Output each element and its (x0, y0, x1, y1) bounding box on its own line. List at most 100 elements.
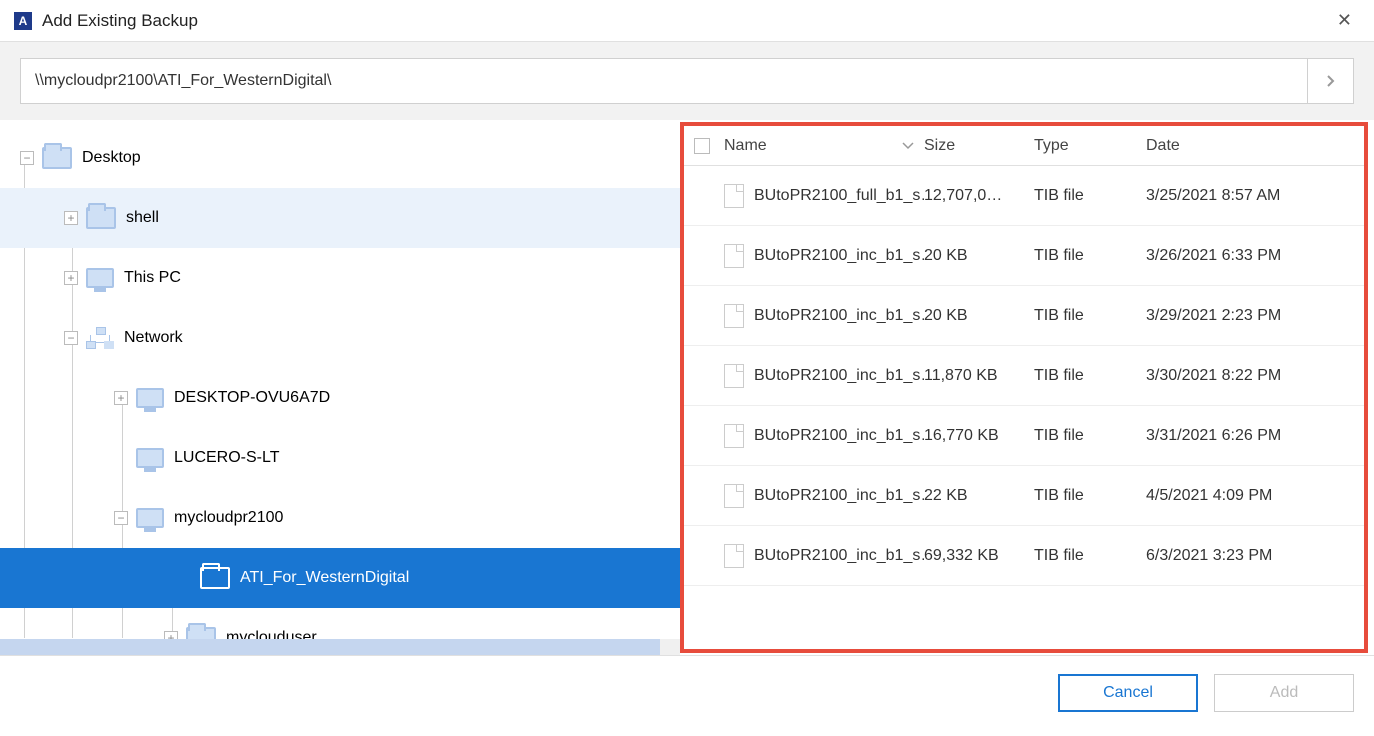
tree-pane: − Desktop + shell + This PC − Network + (0, 120, 680, 655)
monitor-icon (136, 448, 164, 468)
tree-label: DESKTOP-OVU6A7D (174, 389, 330, 407)
file-list-pane: Name Size Type Date BUtoPR2100_full_b1_s… (680, 122, 1368, 653)
file-icon (724, 244, 744, 268)
column-size[interactable]: Size (924, 137, 1034, 155)
tree-item-desktop[interactable]: − Desktop (0, 128, 680, 188)
expander-mycloud[interactable]: − (114, 511, 128, 525)
file-type: TIB file (1034, 367, 1146, 385)
file-size: 12,707,0… (924, 187, 1034, 205)
file-icon (724, 424, 744, 448)
titlebar: A Add Existing Backup ✕ (0, 0, 1374, 42)
file-date: 3/26/2021 6:33 PM (1146, 247, 1364, 265)
monitor-icon (136, 508, 164, 528)
tree-item-shell[interactable]: + shell (0, 188, 680, 248)
add-button: Add (1214, 674, 1354, 712)
file-size: 69,332 KB (924, 547, 1034, 565)
pathbar (20, 58, 1354, 104)
path-go-button[interactable] (1307, 59, 1353, 103)
tree-label: shell (126, 209, 159, 227)
file-name: BUtoPR2100_inc_b1_s… (754, 427, 924, 445)
file-icon (724, 304, 744, 328)
tree-label: Network (124, 329, 183, 347)
tree-label: mycloudpr2100 (174, 509, 283, 527)
file-size: 22 KB (924, 487, 1034, 505)
file-row[interactable]: BUtoPR2100_inc_b1_s…69,332 KBTIB file6/3… (684, 526, 1364, 586)
column-type[interactable]: Type (1034, 137, 1146, 155)
tree-label: ATI_For_WesternDigital (240, 569, 409, 587)
monitor-icon (86, 268, 114, 288)
file-name: BUtoPR2100_full_b1_s… (754, 187, 924, 205)
file-name: BUtoPR2100_inc_b1_s… (754, 547, 924, 565)
file-date: 6/3/2021 3:23 PM (1146, 547, 1364, 565)
column-name[interactable]: Name (724, 137, 924, 155)
file-name-cell: BUtoPR2100_full_b1_s… (724, 184, 924, 208)
expander-network[interactable]: − (64, 331, 78, 345)
tree-item-lucero[interactable]: LUCERO-S-LT (0, 428, 680, 488)
file-size: 11,870 KB (924, 367, 1034, 385)
file-row[interactable]: BUtoPR2100_inc_b1_s…20 KBTIB file3/26/20… (684, 226, 1364, 286)
expander[interactable]: + (114, 391, 128, 405)
tree-item-network[interactable]: − Network (0, 308, 680, 368)
main-split: − Desktop + shell + This PC − Network + (0, 120, 1374, 656)
cancel-button[interactable]: Cancel (1058, 674, 1198, 712)
network-icon (86, 327, 114, 349)
file-date: 3/31/2021 6:26 PM (1146, 427, 1364, 445)
column-date[interactable]: Date (1146, 137, 1364, 155)
folder-icon (200, 567, 230, 589)
expander-shell[interactable]: + (64, 211, 78, 225)
tree-label: Desktop (82, 149, 141, 167)
checkbox-icon[interactable] (694, 138, 710, 154)
column-name-label: Name (724, 137, 767, 155)
file-name: BUtoPR2100_inc_b1_s… (754, 307, 924, 325)
file-name-cell: BUtoPR2100_inc_b1_s… (724, 484, 924, 508)
file-icon (724, 544, 744, 568)
app-icon: A (14, 12, 32, 30)
file-row[interactable]: BUtoPR2100_inc_b1_s…16,770 KBTIB file3/3… (684, 406, 1364, 466)
file-name: BUtoPR2100_inc_b1_s… (754, 367, 924, 385)
expander-blank (114, 451, 128, 465)
tree-item-desktop-pc[interactable]: + DESKTOP-OVU6A7D (0, 368, 680, 428)
file-type: TIB file (1034, 427, 1146, 445)
file-type: TIB file (1034, 187, 1146, 205)
tree-item-thispc[interactable]: + This PC (0, 248, 680, 308)
expander-desktop[interactable]: − (20, 151, 34, 165)
tree-item-mycloud[interactable]: − mycloudpr2100 (0, 488, 680, 548)
file-name-cell: BUtoPR2100_inc_b1_s… (724, 304, 924, 328)
chevron-down-icon (902, 137, 914, 155)
file-row[interactable]: BUtoPR2100_full_b1_s…12,707,0…TIB file3/… (684, 166, 1364, 226)
file-size: 20 KB (924, 247, 1034, 265)
file-name-cell: BUtoPR2100_inc_b1_s… (724, 424, 924, 448)
scrollbar-thumb[interactable] (0, 639, 660, 655)
file-name: BUtoPR2100_inc_b1_s… (754, 487, 924, 505)
file-date: 3/30/2021 8:22 PM (1146, 367, 1364, 385)
file-rows: BUtoPR2100_full_b1_s…12,707,0…TIB file3/… (684, 166, 1364, 586)
tree-item-ati-folder[interactable]: ATI_For_WesternDigital (0, 548, 680, 608)
close-button[interactable]: ✕ (1329, 6, 1360, 35)
file-date: 3/25/2021 8:57 AM (1146, 187, 1364, 205)
path-input[interactable] (21, 59, 1307, 103)
file-name: BUtoPR2100_inc_b1_s… (754, 247, 924, 265)
file-date: 3/29/2021 2:23 PM (1146, 307, 1364, 325)
file-icon (724, 484, 744, 508)
file-type: TIB file (1034, 307, 1146, 325)
file-name-cell: BUtoPR2100_inc_b1_s… (724, 244, 924, 268)
pathbar-area (0, 42, 1374, 120)
tree-label: This PC (124, 269, 181, 287)
file-date: 4/5/2021 4:09 PM (1146, 487, 1364, 505)
expander-thispc[interactable]: + (64, 271, 78, 285)
file-row[interactable]: BUtoPR2100_inc_b1_s…20 KBTIB file3/29/20… (684, 286, 1364, 346)
folder-icon (86, 207, 116, 229)
tree-horizontal-scrollbar[interactable] (0, 639, 680, 655)
tree-label: LUCERO-S-LT (174, 449, 280, 467)
window-title: Add Existing Backup (42, 11, 1329, 31)
folder-tree: − Desktop + shell + This PC − Network + (0, 128, 680, 655)
file-row[interactable]: BUtoPR2100_inc_b1_s…22 KBTIB file4/5/202… (684, 466, 1364, 526)
file-list-header: Name Size Type Date (684, 126, 1364, 166)
file-size: 16,770 KB (924, 427, 1034, 445)
file-icon (724, 184, 744, 208)
column-checkbox[interactable] (694, 138, 724, 154)
file-type: TIB file (1034, 547, 1146, 565)
file-type: TIB file (1034, 487, 1146, 505)
file-row[interactable]: BUtoPR2100_inc_b1_s…11,870 KBTIB file3/3… (684, 346, 1364, 406)
file-size: 20 KB (924, 307, 1034, 325)
